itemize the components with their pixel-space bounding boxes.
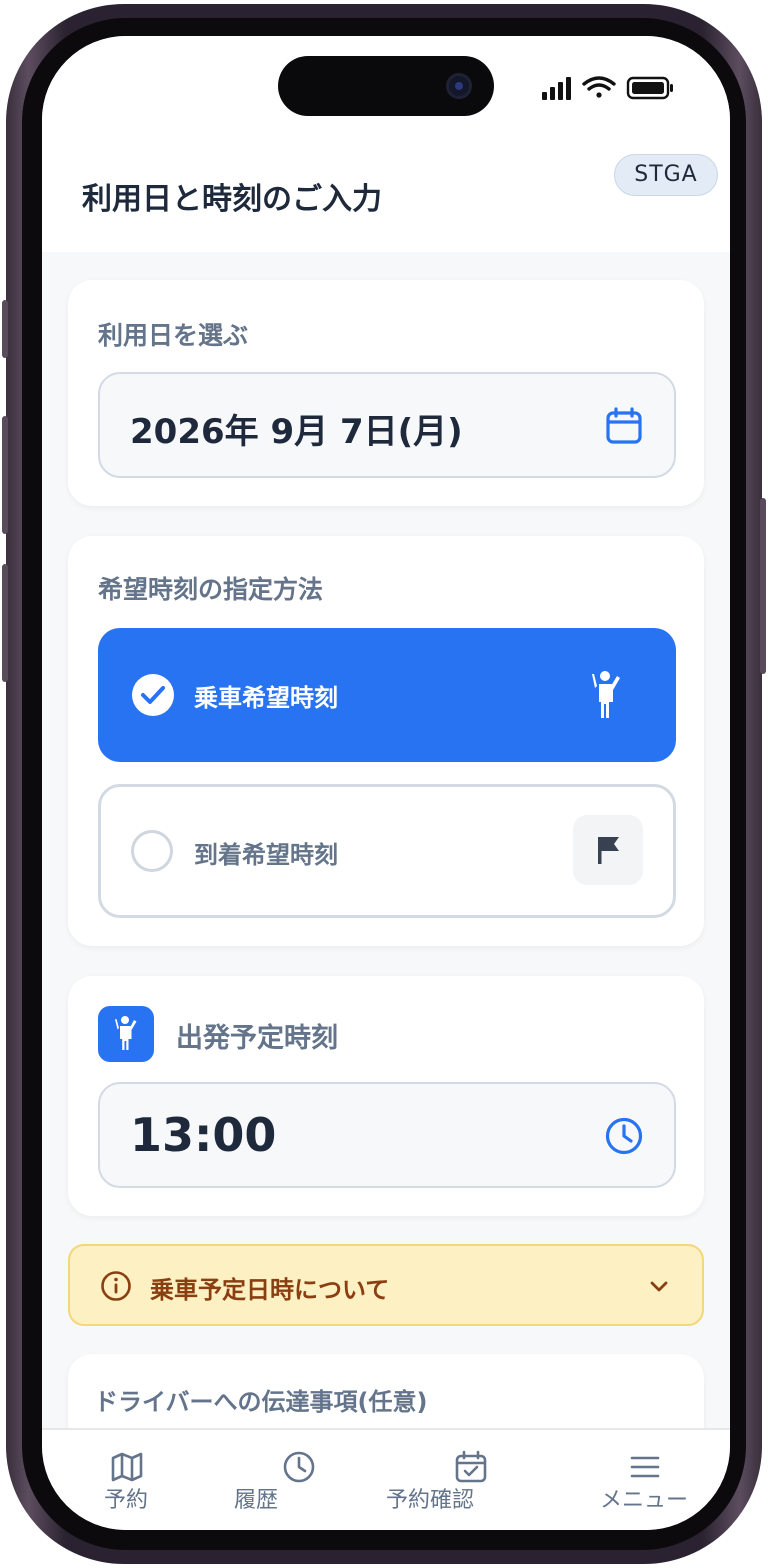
date-picker-field[interactable]: 2026年 9月 7日(月) [98, 372, 676, 478]
volume-down-button [2, 564, 8, 682]
option-boarding-time[interactable]: 乗車希望時刻 [98, 628, 676, 762]
date-card: 利用日を選ぶ 2026年 9月 7日(月) [68, 280, 704, 506]
time-picker-field[interactable]: 13:00 [98, 1082, 676, 1188]
time-method-card: 希望時刻の指定方法 乗車希望時刻 到着希望時刻 [68, 536, 704, 946]
person-waving-icon [592, 671, 620, 718]
calendar-check-icon [455, 1450, 487, 1483]
departure-time-title: 出発予定時刻 [176, 1023, 338, 1054]
menu-icon [630, 1456, 660, 1478]
app-screen: 利用日と時刻のご入力 STGA 利用日を選ぶ 2026年 9月 7日(月) 希望… [42, 36, 730, 1530]
notice-text: 乗車予定日時について [150, 1276, 390, 1304]
tab-label: 履歴 [233, 1488, 278, 1513]
departure-icon-box [98, 1006, 154, 1062]
option-label: 乗車希望時刻 [194, 684, 338, 712]
cellular-signal-icon [542, 77, 571, 100]
tab-label: メニュー [599, 1488, 688, 1513]
check-icon [141, 686, 165, 704]
dynamic-island [278, 56, 494, 116]
action-button [2, 300, 8, 358]
volume-up-button [2, 416, 8, 534]
power-button [760, 498, 766, 674]
tab-history[interactable]: 履歴 [214, 1430, 386, 1530]
tab-reserve[interactable]: 予約 [42, 1430, 214, 1530]
selected-date: 2026年 9月 7日(月) [130, 412, 463, 452]
radio-unchecked [131, 830, 173, 872]
date-card-title: 利用日を選ぶ [98, 321, 249, 350]
map-icon [111, 1452, 143, 1482]
flag-icon-box [573, 815, 643, 885]
front-camera [446, 73, 472, 99]
clock-icon [283, 1451, 315, 1483]
bottom-tab-bar: 予約 履歴 予約確認 メニュー [42, 1428, 730, 1530]
wifi-icon [582, 76, 616, 98]
departure-time-card: 出発予定時刻 13:00 [68, 976, 704, 1216]
status-icons [542, 76, 673, 100]
option-label: 到着希望時刻 [194, 841, 338, 869]
app-header: 利用日と時刻のご入力 STGA [42, 146, 730, 252]
radio-checked [132, 674, 174, 716]
time-method-title: 希望時刻の指定方法 [98, 575, 324, 604]
calendar-icon [606, 407, 642, 444]
tab-label: 予約確認 [385, 1488, 474, 1513]
person-waving-icon [115, 1016, 137, 1050]
tab-menu[interactable]: メニュー [558, 1430, 730, 1530]
option-arrival-time[interactable]: 到着希望時刻 [98, 784, 676, 918]
chevron-down-icon [650, 1281, 668, 1292]
info-icon [101, 1271, 131, 1301]
battery-icon [626, 76, 673, 100]
boarding-time-notice[interactable]: 乗車予定日時について [68, 1244, 704, 1326]
tab-reservation-check[interactable]: 予約確認 [386, 1430, 558, 1530]
clock-icon [605, 1117, 643, 1155]
selected-time: 13:00 [130, 1108, 277, 1162]
driver-note-title: ドライバーへの伝達事項(任意) [94, 1388, 428, 1416]
environment-badge: STGA [614, 154, 718, 196]
flag-icon [598, 837, 619, 864]
page-title: 利用日と時刻のご入力 [82, 182, 382, 217]
